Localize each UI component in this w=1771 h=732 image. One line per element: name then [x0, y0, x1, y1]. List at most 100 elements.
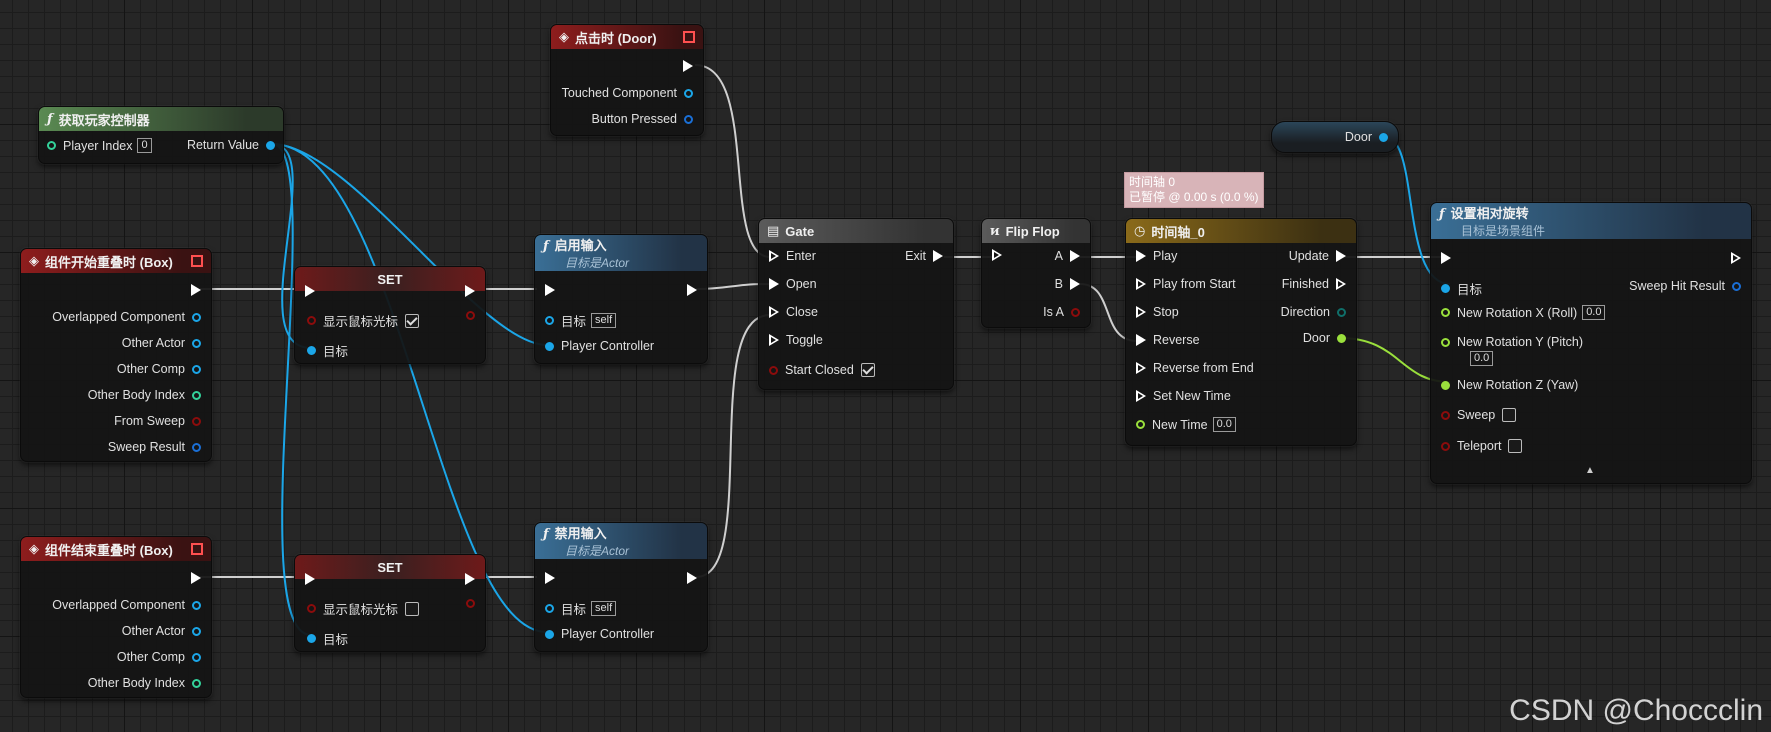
- delegate-pin-icon[interactable]: [683, 31, 695, 43]
- bool-pin-icon[interactable]: [192, 416, 201, 426]
- bool-pin-icon[interactable]: [307, 604, 316, 613]
- pin-row: Other Actor: [122, 336, 201, 350]
- object-pin-icon[interactable]: [684, 88, 693, 98]
- flip-flop-node[interactable]: ᴎ Flip Flop A B Is A: [981, 218, 1091, 328]
- exec-in-pin-icon[interactable]: [1136, 334, 1146, 346]
- exec-out-row: [191, 284, 201, 296]
- new-time-input[interactable]: 0.0: [1212, 417, 1236, 432]
- object-pin-icon[interactable]: [192, 626, 201, 636]
- object-pin-icon[interactable]: [307, 346, 316, 355]
- bool-pin-icon[interactable]: [466, 599, 475, 608]
- object-pin-icon[interactable]: [545, 629, 554, 639]
- object-pin-icon[interactable]: [192, 312, 201, 322]
- bool-pin-icon[interactable]: [769, 365, 778, 375]
- exec-out-pin-icon[interactable]: [683, 60, 693, 72]
- show-cursor-checkbox[interactable]: [405, 313, 420, 328]
- exec-in-pin-icon[interactable]: [305, 285, 315, 297]
- on-clicked-door-node[interactable]: ◈ 点击时 (Door) Touched Component Button Pre…: [550, 24, 704, 136]
- float-pin-icon[interactable]: [1136, 420, 1145, 429]
- bool-pin-icon[interactable]: [466, 311, 475, 320]
- float-pin-icon[interactable]: [1441, 308, 1450, 317]
- exec-in-pin-icon[interactable]: [305, 573, 315, 585]
- teleport-checkbox[interactable]: [1508, 439, 1523, 453]
- exec-out-pin-icon[interactable]: [1336, 278, 1346, 290]
- sweep-checkbox[interactable]: [1502, 408, 1517, 422]
- float-pin-icon[interactable]: [1441, 337, 1450, 347]
- timeline-node[interactable]: ◷ 时间轴_0 Play Update Play from Start Finis…: [1125, 218, 1357, 446]
- object-pin-icon[interactable]: [545, 341, 554, 351]
- object-pin-icon[interactable]: [192, 364, 201, 374]
- door-variable-node[interactable]: Door: [1271, 121, 1399, 153]
- struct-pin-icon[interactable]: [1732, 281, 1741, 291]
- exec-in-pin-icon[interactable]: [1136, 390, 1146, 402]
- struct-pin-icon[interactable]: [192, 442, 201, 452]
- set-show-cursor-node-2[interactable]: SET 显示鼠标光标 目标: [294, 554, 486, 652]
- int-pin-icon[interactable]: [192, 678, 201, 688]
- bool-pin-icon[interactable]: [1071, 307, 1080, 317]
- object-pin-icon[interactable]: [192, 600, 201, 610]
- bool-pin-icon[interactable]: [307, 316, 316, 325]
- expand-arrow-icon[interactable]: ▲: [1585, 465, 1595, 476]
- exec-out-pin-icon[interactable]: [465, 285, 475, 297]
- bool-pin-icon[interactable]: [1441, 410, 1450, 420]
- exec-in-pin-icon[interactable]: [769, 250, 779, 262]
- start-closed-checkbox[interactable]: [860, 363, 875, 377]
- exec-out-pin-icon[interactable]: [465, 573, 475, 585]
- on-begin-overlap-node[interactable]: ◈ 组件开始重叠时 (Box) Overlapped Component Othe…: [20, 248, 212, 462]
- exec-in-pin-icon[interactable]: [1136, 278, 1146, 290]
- exec-in-pin-icon[interactable]: [545, 572, 555, 584]
- object-pin-icon[interactable]: [545, 604, 554, 613]
- disable-input-node[interactable]: ƒ 禁用输入 目标是Actor 目标 self Player Controller: [534, 522, 708, 652]
- object-pin-icon[interactable]: [545, 316, 554, 325]
- gate-node[interactable]: ▤ Gate Enter Exit Open Close Toggle Start…: [758, 218, 954, 390]
- object-pin-icon[interactable]: [192, 652, 201, 662]
- delegate-pin-icon[interactable]: [191, 543, 203, 555]
- exec-in-pin-icon[interactable]: [1441, 252, 1451, 264]
- set-show-cursor-node-1[interactable]: SET 显示鼠标光标 目标: [294, 266, 486, 364]
- exec-in-pin-icon[interactable]: [1136, 362, 1146, 374]
- object-pin-icon[interactable]: [1379, 132, 1388, 142]
- int-pin-icon[interactable]: [192, 390, 201, 400]
- exec-in-pin-icon[interactable]: [1136, 306, 1146, 318]
- exec-in-pin-icon[interactable]: [769, 306, 779, 318]
- set-relative-rotation-node[interactable]: ƒ 设置相对旋转 目标是场景组件 目标 Sweep Hit Result New R…: [1430, 202, 1752, 484]
- exec-out-pin-icon[interactable]: [1070, 278, 1080, 290]
- exec-out-pin-icon[interactable]: [191, 572, 201, 584]
- target-self-value[interactable]: self: [591, 313, 617, 328]
- exec-in-pin-icon[interactable]: [769, 334, 779, 346]
- exec-out-pin-icon[interactable]: [933, 250, 943, 262]
- enable-input-node[interactable]: ƒ 启用输入 目标是Actor 目标 self Player Controller: [534, 234, 708, 364]
- start-closed-row: Start Closed: [769, 363, 875, 377]
- enum-pin-icon[interactable]: [1337, 307, 1346, 317]
- on-end-overlap-node[interactable]: ◈ 组件结束重叠时 (Box) Overlapped Component Othe…: [20, 536, 212, 698]
- object-pin-icon[interactable]: [1441, 284, 1450, 293]
- int-pin-icon[interactable]: [47, 141, 56, 150]
- exec-out-pin-icon[interactable]: [687, 284, 697, 296]
- get-player-controller-node[interactable]: ƒ 获取玩家控制器 Player Index 0 Return Value: [38, 106, 284, 164]
- float-pin-icon[interactable]: [1441, 380, 1450, 390]
- float-pin-icon[interactable]: [1337, 333, 1346, 343]
- exec-out-pin-icon[interactable]: [1070, 250, 1080, 262]
- object-pin-icon[interactable]: [192, 338, 201, 348]
- exec-out-pin-icon[interactable]: [1336, 250, 1346, 262]
- exec-out-pin-icon[interactable]: [687, 572, 697, 584]
- exec-out-pin-icon[interactable]: [1731, 252, 1741, 264]
- exec-in-pin-icon[interactable]: [545, 284, 555, 296]
- target-row: 目标 self: [545, 311, 617, 330]
- exec-in-pin-icon[interactable]: [1136, 250, 1146, 262]
- bool-out-row: [466, 311, 475, 320]
- key-pin-icon[interactable]: [684, 114, 693, 124]
- player-index-input[interactable]: 0: [137, 138, 152, 153]
- exec-in-pin-icon[interactable]: [992, 249, 1002, 261]
- teleport-row: Teleport: [1441, 439, 1523, 453]
- exec-in-pin-icon[interactable]: [769, 278, 779, 290]
- rotation-y-input[interactable]: 0.0: [1470, 351, 1494, 366]
- object-pin-icon[interactable]: [307, 634, 316, 643]
- delegate-pin-icon[interactable]: [191, 255, 203, 267]
- rotation-x-input[interactable]: 0.0: [1582, 305, 1606, 320]
- exec-out-pin-icon[interactable]: [191, 284, 201, 296]
- object-pin-icon[interactable]: [266, 140, 275, 150]
- bool-pin-icon[interactable]: [1441, 441, 1450, 451]
- target-self-value[interactable]: self: [591, 601, 617, 616]
- show-cursor-checkbox[interactable]: [405, 601, 420, 616]
